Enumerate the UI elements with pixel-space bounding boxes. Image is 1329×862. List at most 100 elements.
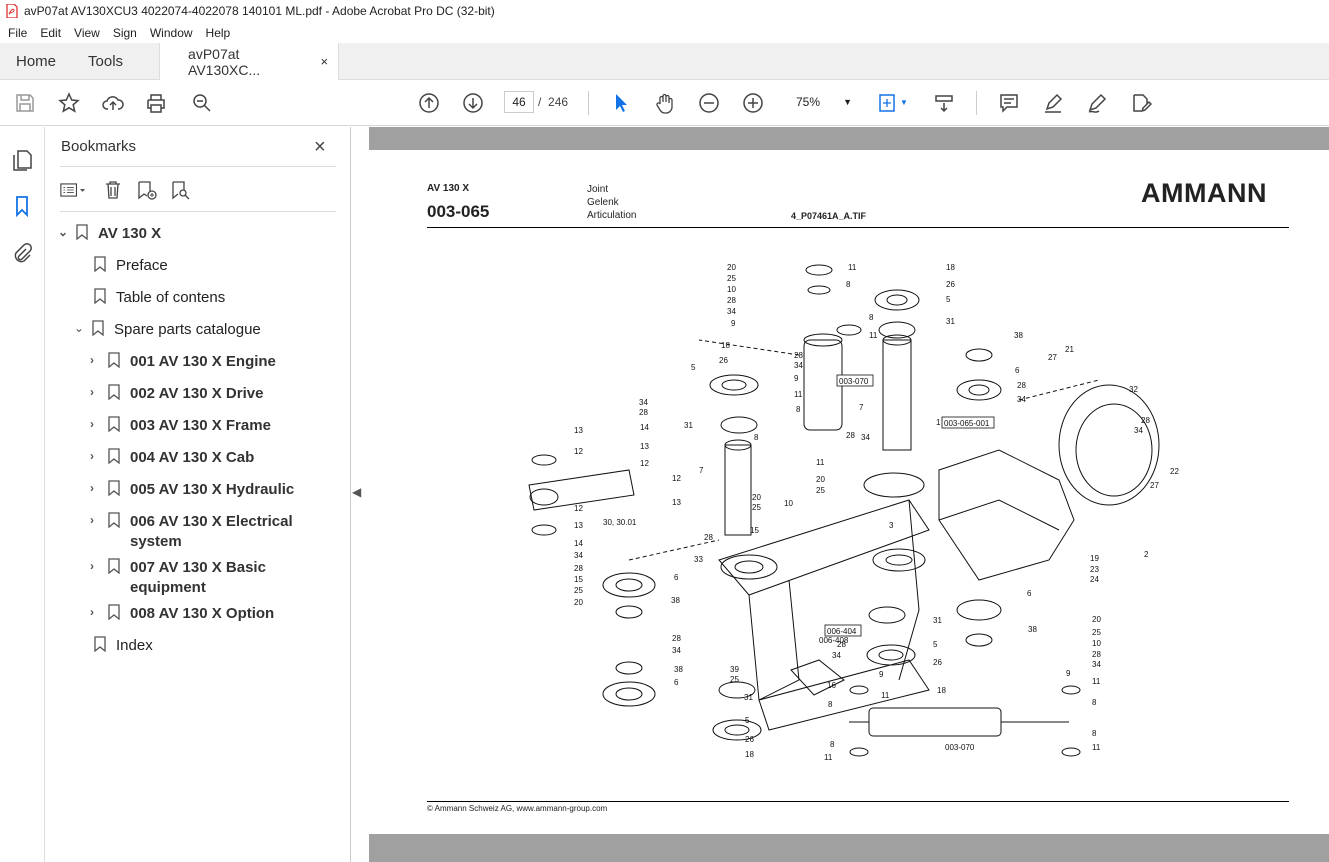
- collapse-panel-icon[interactable]: ◀: [352, 485, 361, 499]
- svg-text:16: 16: [827, 681, 836, 690]
- exploded-parts-drawing: 202510 28349 118 18265 31811 18265 28349…: [528, 263, 1179, 762]
- bookmark-icon: [108, 558, 120, 574]
- bookmark-002-drive[interactable]: › 002 AV 130 X Drive: [90, 384, 263, 404]
- tab-close-icon[interactable]: ×: [320, 54, 328, 69]
- menu-file[interactable]: File: [8, 26, 27, 40]
- svg-text:8: 8: [828, 700, 833, 709]
- bookmark-006-electrical[interactable]: › 006 AV 130 X Electrical system: [90, 512, 293, 552]
- ref-003-065-001: 003-065-001: [944, 419, 990, 428]
- close-icon[interactable]: ×: [314, 136, 326, 159]
- page-number-input[interactable]: 46: [504, 91, 534, 113]
- bookmark-label: 001 AV 130 X Engine: [130, 353, 276, 370]
- menu-edit[interactable]: Edit: [40, 26, 61, 40]
- svg-text:6: 6: [1015, 366, 1020, 375]
- chevron-right-icon[interactable]: ›: [90, 481, 104, 495]
- zoom-in-icon[interactable]: [741, 91, 765, 115]
- svg-text:28: 28: [704, 533, 713, 542]
- chevron-right-icon[interactable]: ›: [90, 417, 104, 431]
- svg-text:5: 5: [946, 295, 951, 304]
- chevron-down-icon[interactable]: ⌄: [58, 225, 72, 239]
- next-page-icon[interactable]: [461, 91, 485, 115]
- zoom-search-icon[interactable]: [190, 91, 214, 115]
- svg-text:34: 34: [574, 551, 583, 560]
- menu-view[interactable]: View: [74, 26, 100, 40]
- pdf-app-icon: [6, 4, 18, 18]
- svg-text:7: 7: [699, 466, 704, 475]
- zoom-out-icon[interactable]: [697, 91, 721, 115]
- svg-text:28: 28: [1092, 650, 1101, 659]
- attachments-icon[interactable]: [11, 242, 33, 264]
- bookmark-root[interactable]: ⌄ AV 130 X: [58, 224, 161, 244]
- hand-tool-icon[interactable]: [653, 91, 677, 115]
- svg-text:28: 28: [727, 296, 736, 305]
- bookmark-003-frame[interactable]: › 003 AV 130 X Frame: [90, 416, 271, 436]
- chevron-right-icon[interactable]: ›: [90, 559, 104, 573]
- svg-text:8: 8: [830, 740, 835, 749]
- print-icon[interactable]: [144, 91, 168, 115]
- options-menu-icon[interactable]: [60, 178, 86, 202]
- svg-text:34: 34: [672, 646, 681, 655]
- comment-icon[interactable]: [997, 91, 1021, 115]
- zoom-select[interactable]: 75% ▼: [784, 91, 856, 113]
- svg-text:9: 9: [794, 374, 799, 383]
- svg-text:15: 15: [574, 575, 583, 584]
- bookmark-index[interactable]: Index: [90, 636, 153, 656]
- chevron-right-icon[interactable]: ›: [90, 605, 104, 619]
- bookmark-preface[interactable]: Preface: [90, 256, 168, 276]
- menu-help[interactable]: Help: [206, 26, 231, 40]
- bookmark-label: 007 AV 130 X Basic equipment: [130, 558, 266, 598]
- svg-text:11: 11: [816, 458, 825, 467]
- bookmark-001-engine[interactable]: › 001 AV 130 X Engine: [90, 352, 276, 372]
- page-separator: /: [538, 95, 542, 109]
- chevron-down-icon[interactable]: ⌄: [74, 321, 88, 335]
- tab-home[interactable]: Home: [0, 43, 72, 80]
- select-pointer-icon[interactable]: [609, 91, 633, 115]
- svg-text:25: 25: [1092, 628, 1101, 637]
- svg-text:34: 34: [1134, 426, 1143, 435]
- previous-page-icon[interactable]: [417, 91, 441, 115]
- bookmark-icon: [108, 480, 120, 496]
- bookmark-007-basic-equipment[interactable]: › 007 AV 130 X Basic equipment: [90, 558, 266, 598]
- bookmark-icon: [108, 384, 120, 400]
- menu-window[interactable]: Window: [150, 26, 193, 40]
- menu-sign[interactable]: Sign: [113, 26, 137, 40]
- chevron-right-icon[interactable]: ›: [90, 385, 104, 399]
- chevron-right-icon[interactable]: ›: [90, 449, 104, 463]
- scroll-mode-icon[interactable]: [932, 91, 956, 115]
- edit-pdf-icon[interactable]: [1129, 91, 1153, 115]
- svg-text:20: 20: [727, 263, 736, 272]
- bookmark-005-hydraulic[interactable]: › 005 AV 130 X Hydraulic: [90, 480, 294, 500]
- svg-text:9: 9: [1066, 669, 1071, 678]
- tab-tools[interactable]: Tools: [72, 43, 139, 80]
- chevron-right-icon[interactable]: ›: [90, 353, 104, 367]
- tab-document[interactable]: avP07at AV130XC... ×: [159, 43, 340, 80]
- bookmark-table-of-contents[interactable]: Table of contens: [90, 288, 225, 308]
- bookmark-004-cab[interactable]: › 004 AV 130 X Cab: [90, 448, 254, 468]
- star-icon[interactable]: [57, 91, 81, 115]
- chevron-right-icon[interactable]: ›: [90, 513, 104, 527]
- save-icon[interactable]: [13, 91, 37, 115]
- bookmark-spare-parts[interactable]: ⌄ Spare parts catalogue: [74, 320, 261, 340]
- fill-sign-icon[interactable]: [1085, 91, 1109, 115]
- page-thumbnails-icon[interactable]: [11, 149, 33, 171]
- bookmark-label: Preface: [116, 257, 168, 274]
- svg-text:8: 8: [796, 405, 801, 414]
- page-fit-icon[interactable]: [876, 91, 900, 115]
- highlight-pen-icon[interactable]: [1041, 91, 1065, 115]
- new-bookmark-icon[interactable]: [134, 178, 160, 202]
- svg-text:28: 28: [846, 431, 855, 440]
- fit-dropdown-icon[interactable]: ▼: [900, 98, 908, 107]
- svg-text:31: 31: [684, 421, 693, 430]
- svg-text:13: 13: [574, 426, 583, 435]
- bookmark-008-option[interactable]: › 008 AV 130 X Option: [90, 604, 274, 624]
- svg-text:20: 20: [574, 598, 583, 607]
- svg-text:25: 25: [816, 486, 825, 495]
- svg-text:22: 22: [1170, 467, 1179, 476]
- delete-icon[interactable]: [100, 178, 126, 202]
- find-bookmark-icon[interactable]: [168, 178, 194, 202]
- svg-text:13: 13: [640, 442, 649, 451]
- bookmark-panel-icon[interactable]: [11, 195, 33, 217]
- upload-cloud-icon[interactable]: [101, 91, 125, 115]
- svg-text:34: 34: [794, 361, 803, 370]
- toolbar-divider: [588, 91, 589, 115]
